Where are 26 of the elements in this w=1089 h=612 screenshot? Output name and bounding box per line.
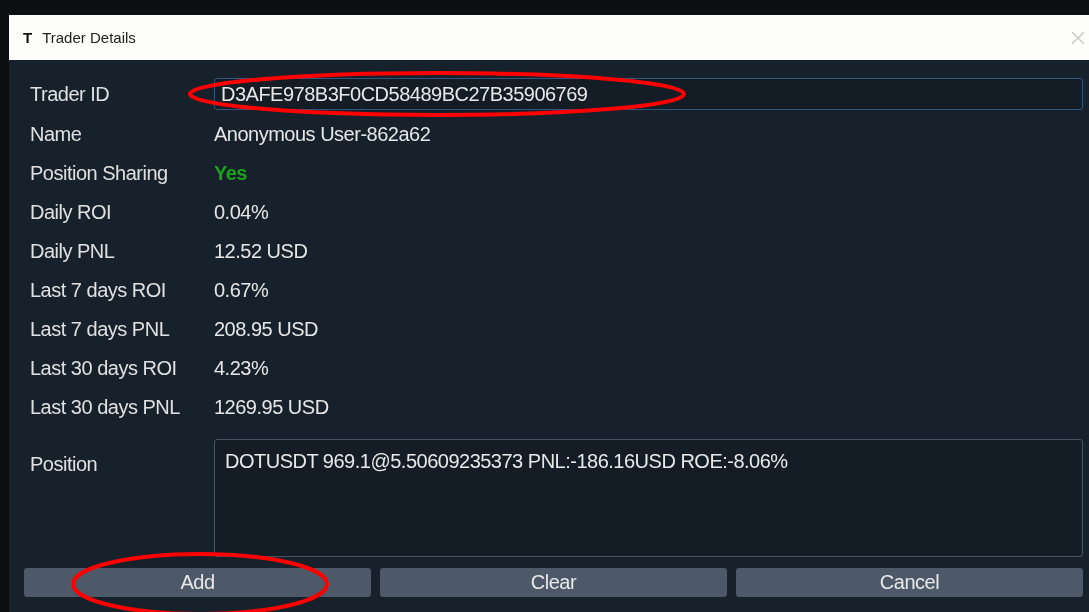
close-icon[interactable] xyxy=(1071,30,1085,45)
field-label: Last 7 days ROI xyxy=(30,279,167,302)
field-value: 4.23% xyxy=(214,357,269,380)
app-icon: T xyxy=(23,29,33,46)
field-value: Anonymous User-862a62 xyxy=(214,123,431,146)
field-label: Trader ID xyxy=(30,82,111,106)
dialog-button[interactable]: Add xyxy=(24,568,371,597)
field-value: 12.52 USD xyxy=(214,240,308,263)
window-title: Trader Details xyxy=(42,29,137,46)
field-label: Last 30 days PNL xyxy=(30,396,181,419)
field-value: 0.67% xyxy=(214,279,269,302)
position-text-area[interactable]: DOTUSDT 969.1@5.50609235373 PNL:-186.16USD ROE:-8.06% xyxy=(214,439,1083,557)
field-label: Last 7 days PNL xyxy=(30,318,171,341)
field-value: 208.95 USD xyxy=(214,318,318,341)
status-value: Yes xyxy=(214,162,247,185)
field-value: 1269.95 USD xyxy=(214,396,329,419)
dialog-button[interactable]: Clear xyxy=(380,568,727,597)
field-label: Name xyxy=(30,123,83,146)
field-label: Last 30 days ROI xyxy=(30,357,178,380)
field-label: Daily ROI xyxy=(30,201,113,224)
field-label: Daily PNL xyxy=(30,240,116,263)
trader-id-field[interactable]: D3AFE978B3F0CD58489BC27B35906769 xyxy=(214,78,1083,110)
field-label: Position xyxy=(30,452,99,477)
dialog-button[interactable]: Cancel xyxy=(736,568,1083,597)
field-label: Position Sharing xyxy=(30,162,169,185)
field-value: 0.04% xyxy=(214,201,269,224)
